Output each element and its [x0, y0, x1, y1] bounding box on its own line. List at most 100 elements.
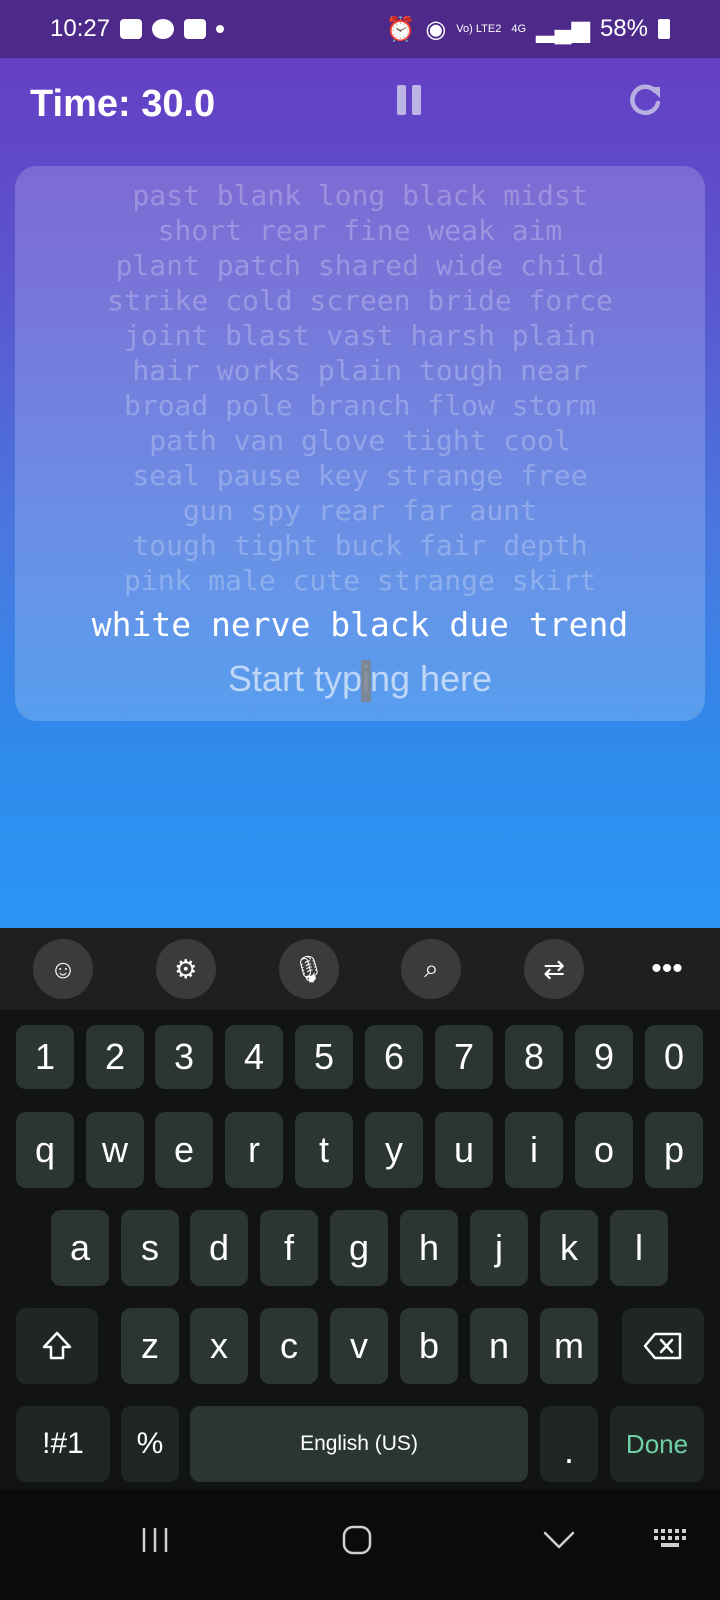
- home-button[interactable]: [341, 1525, 373, 1560]
- translate-button[interactable]: ⇄: [524, 939, 585, 999]
- navigation-bar: [0, 1490, 720, 1600]
- key-m[interactable]: m: [540, 1308, 598, 1384]
- space-key[interactable]: English (US): [190, 1406, 528, 1482]
- period-key[interactable]: .: [540, 1406, 598, 1482]
- word-line: joint blast vast harsh plain: [123, 319, 596, 352]
- key-i[interactable]: i: [505, 1112, 563, 1188]
- key-2[interactable]: 2: [86, 1025, 144, 1089]
- key-j[interactable]: j: [470, 1210, 528, 1286]
- backspace-icon: [643, 1332, 682, 1360]
- word-line: tough tight buck fair depth: [132, 529, 588, 562]
- alarm-icon: ⏰: [385, 15, 416, 43]
- pause-icon: [412, 85, 421, 115]
- key-k[interactable]: k: [540, 1210, 598, 1286]
- key-t[interactable]: t: [295, 1112, 353, 1188]
- key-u[interactable]: u: [435, 1112, 493, 1188]
- keyboard-switch-button[interactable]: [652, 1525, 690, 1560]
- key-d[interactable]: d: [190, 1210, 248, 1286]
- key-9[interactable]: 9: [575, 1025, 633, 1089]
- chevron-down-icon: [543, 1531, 575, 1549]
- key-q[interactable]: q: [16, 1112, 74, 1188]
- keyboard-icon: [654, 1529, 686, 1547]
- word-card: past blank long black midst short rear f…: [15, 166, 705, 721]
- network-type: 4G: [511, 22, 527, 35]
- key-z[interactable]: z: [121, 1308, 179, 1384]
- key-4[interactable]: 4: [225, 1025, 283, 1089]
- key-r[interactable]: r: [225, 1112, 283, 1188]
- restart-icon: [630, 84, 661, 115]
- word-line: hair works plain tough near: [132, 354, 588, 387]
- search-icon: ⌕: [424, 953, 439, 983]
- keyboard-search-button[interactable]: ⌕: [401, 939, 462, 999]
- hide-keyboard-button[interactable]: [542, 1525, 576, 1560]
- word-line: past blank long black midst: [132, 179, 588, 212]
- hotspot-icon: ◉: [425, 15, 447, 43]
- key-o[interactable]: o: [575, 1112, 633, 1188]
- emoji-icon: ☺: [49, 953, 77, 984]
- key-1[interactable]: 1: [16, 1025, 74, 1089]
- voice-input-button[interactable]: 🎙: [278, 939, 339, 999]
- typing-input[interactable]: Start typing here: [15, 658, 705, 700]
- more-icon: •••: [651, 952, 683, 985]
- key-x[interactable]: x: [190, 1308, 248, 1384]
- more-options-button[interactable]: •••: [647, 952, 687, 986]
- active-word-line: white nerve black due trend: [91, 605, 629, 644]
- word-line: plant patch shared wide child: [115, 249, 605, 282]
- shift-icon: [42, 1331, 72, 1360]
- typing-game-screen: Time: 30.0 past blank long black midst s…: [0, 58, 720, 928]
- done-key[interactable]: Done: [610, 1406, 704, 1482]
- word-lines: past blank long black midst short rear f…: [15, 178, 705, 650]
- word-line: seal pause key strange free: [132, 459, 588, 492]
- key-e[interactable]: e: [155, 1112, 213, 1188]
- key-0[interactable]: 0: [645, 1025, 703, 1089]
- key-6[interactable]: 6: [365, 1025, 423, 1089]
- restart-button[interactable]: [625, 81, 665, 121]
- notification-dot-icon: [216, 25, 225, 33]
- keyboard-settings-button[interactable]: ⚙: [155, 939, 216, 999]
- key-v[interactable]: v: [330, 1308, 388, 1384]
- key-l[interactable]: l: [610, 1210, 668, 1286]
- status-left: 10:27: [50, 15, 225, 43]
- word-line: strike cold screen bride force: [107, 284, 613, 317]
- key-7[interactable]: 7: [435, 1025, 493, 1089]
- signal-icon: ▂▄▆: [536, 15, 590, 43]
- key-a[interactable]: a: [51, 1210, 109, 1286]
- emoji-button[interactable]: ☺: [33, 939, 93, 999]
- key-c[interactable]: c: [260, 1308, 318, 1384]
- key-g[interactable]: g: [330, 1210, 388, 1286]
- keyboard-toolbar: ☺ ⚙ 🎙 ⌕ ⇄ •••: [0, 928, 720, 1010]
- text-caret: [361, 660, 371, 702]
- clock: 10:27: [50, 15, 111, 42]
- status-right: ⏰ ◉ Vo) LTE2 4G ▂▄▆ 58%: [385, 15, 670, 44]
- recent-apps-icon: [142, 1528, 168, 1552]
- key-n[interactable]: n: [470, 1308, 528, 1384]
- reddit-icon: [152, 19, 175, 39]
- pause-button[interactable]: [397, 85, 429, 117]
- backspace-key[interactable]: [622, 1308, 704, 1384]
- key-y[interactable]: y: [365, 1112, 423, 1188]
- key-8[interactable]: 8: [505, 1025, 563, 1089]
- battery-icon: [658, 19, 670, 39]
- youtube-icon: [184, 19, 207, 39]
- pause-icon: [397, 85, 406, 115]
- home-icon: [342, 1525, 372, 1555]
- key-5[interactable]: 5: [295, 1025, 353, 1089]
- key-p[interactable]: p: [645, 1112, 703, 1188]
- key-b[interactable]: b: [400, 1308, 458, 1384]
- mic-icon: 🎙: [292, 953, 326, 984]
- key-f[interactable]: f: [260, 1210, 318, 1286]
- keyboard: 1 2 3 4 5 6 7 8 9 0 q w e r t y u i o p …: [0, 1010, 720, 1490]
- timer: Time: 30.0: [30, 83, 216, 125]
- status-bar: 10:27 ⏰ ◉ Vo) LTE2 4G ▂▄▆ 58%: [0, 0, 720, 58]
- symbols-key[interactable]: !#1: [16, 1406, 110, 1482]
- key-w[interactable]: w: [86, 1112, 144, 1188]
- key-3[interactable]: 3: [155, 1025, 213, 1089]
- percent-key[interactable]: %: [121, 1406, 179, 1482]
- shift-key[interactable]: [16, 1308, 98, 1384]
- recent-apps-button[interactable]: [138, 1525, 172, 1560]
- word-line: short rear fine weak aim: [157, 214, 563, 247]
- gallery-icon: [120, 19, 143, 39]
- word-line: path van glove tight cool: [149, 424, 571, 457]
- key-h[interactable]: h: [400, 1210, 458, 1286]
- key-s[interactable]: s: [121, 1210, 179, 1286]
